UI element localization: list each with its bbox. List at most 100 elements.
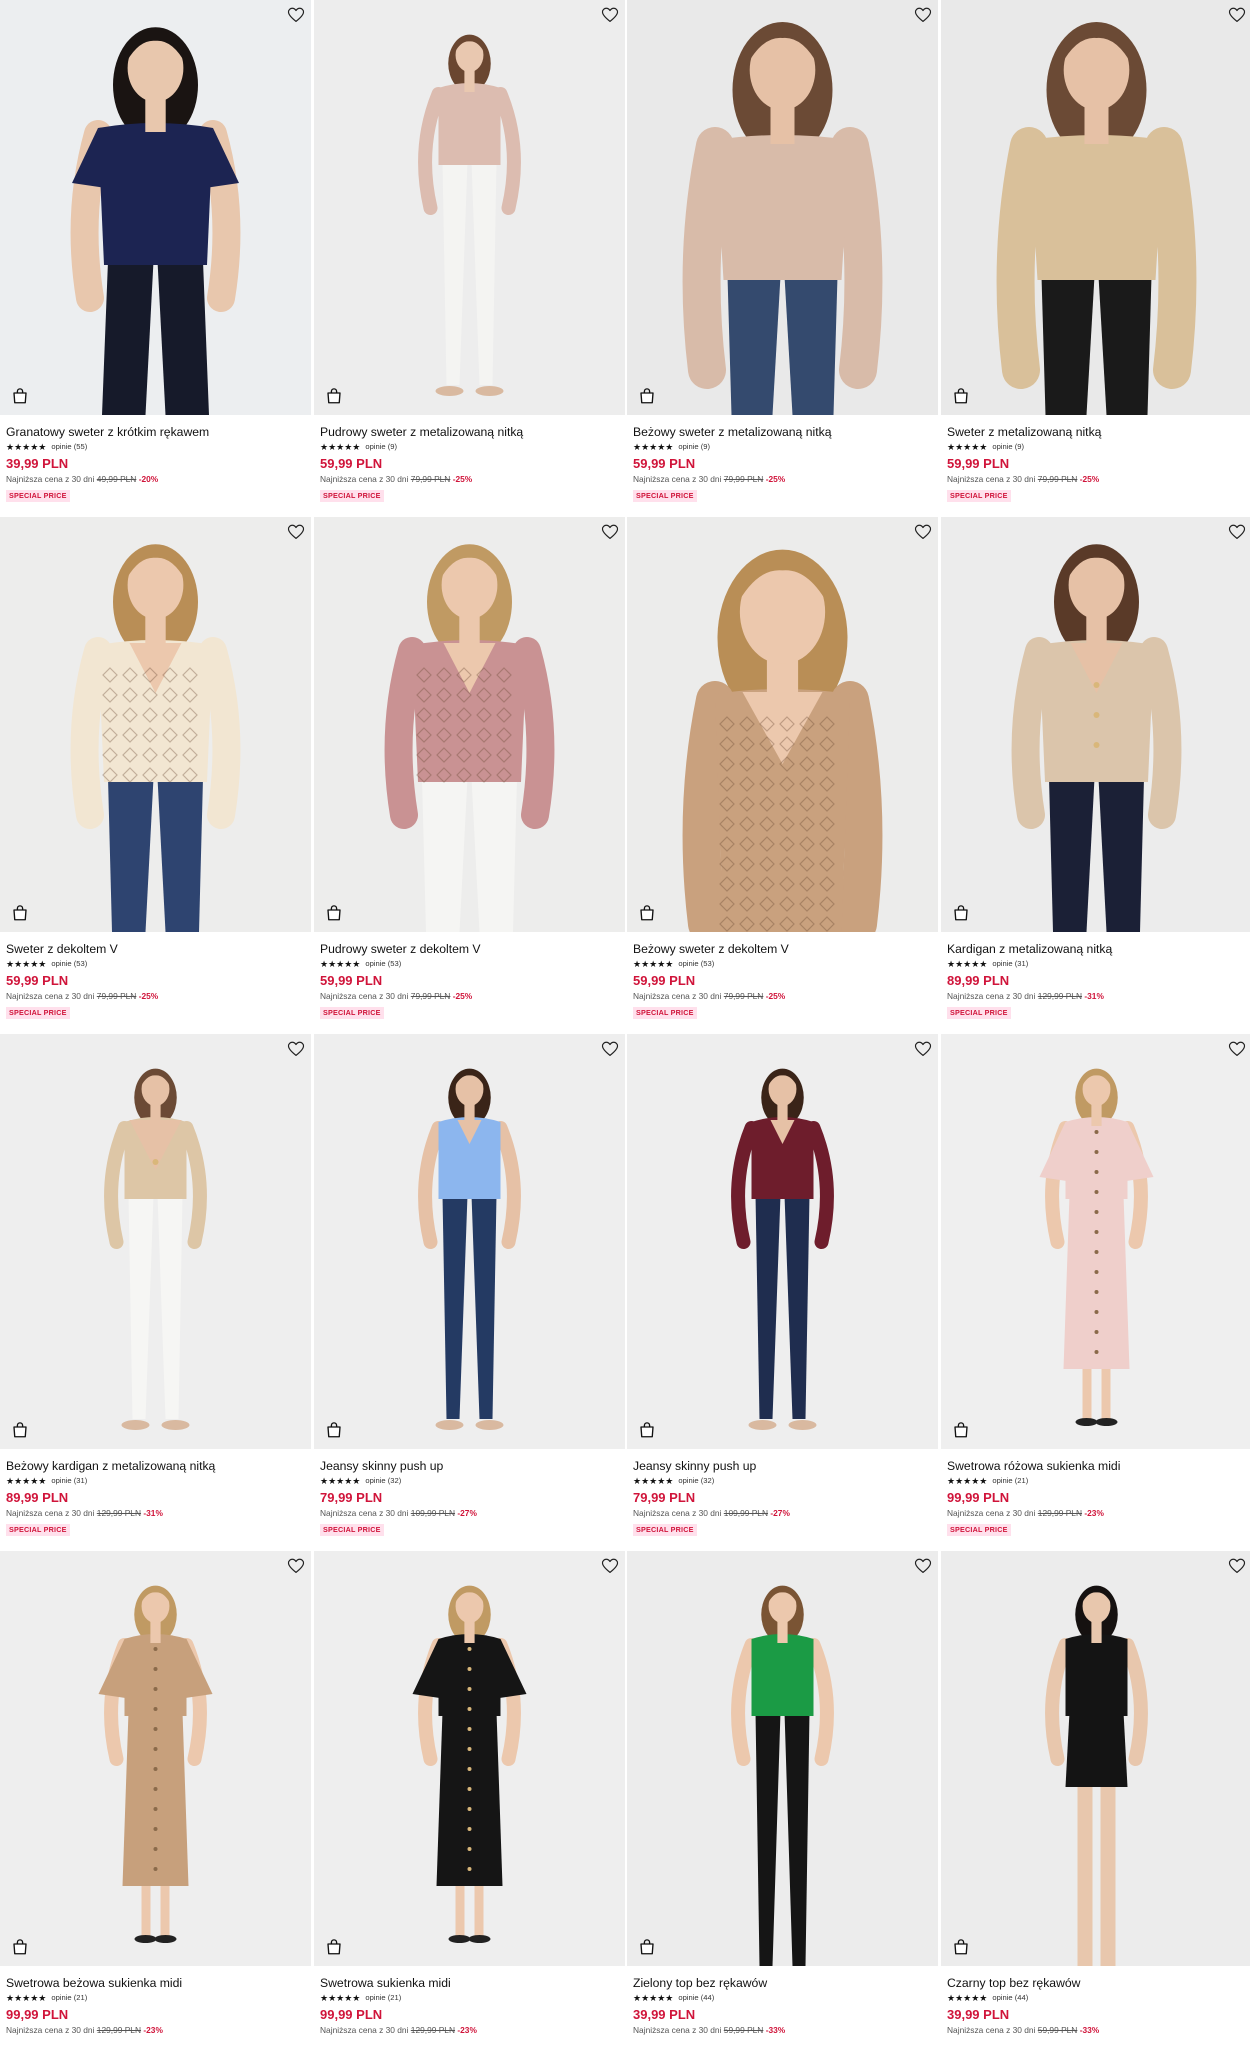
- add-to-cart-bag-icon[interactable]: [325, 1421, 343, 1439]
- add-to-cart-bag-icon[interactable]: [638, 904, 656, 922]
- product-name[interactable]: Jeansy skinny push up: [320, 1459, 621, 1474]
- review-count[interactable]: opinie (53): [678, 959, 714, 969]
- product-photo[interactable]: [627, 517, 938, 932]
- add-to-cart-bag-icon[interactable]: [325, 387, 343, 405]
- product-card[interactable]: Sweter z dekoltem V ★★★★★ opinie (53) 59,99…: [0, 517, 311, 1034]
- add-to-cart-bag-icon[interactable]: [952, 387, 970, 405]
- product-name[interactable]: Pudrowy sweter z metalizowaną nitką: [320, 425, 621, 440]
- product-photo[interactable]: [314, 0, 625, 415]
- product-photo[interactable]: [314, 1551, 625, 1966]
- add-to-cart-bag-icon[interactable]: [638, 1421, 656, 1439]
- product-card[interactable]: Jeansy skinny push up ★★★★★ opinie (32) 79,…: [627, 1034, 938, 1551]
- review-count[interactable]: opinie (44): [678, 1993, 714, 2003]
- review-count[interactable]: opinie (9): [365, 442, 397, 452]
- wishlist-heart-icon[interactable]: [287, 6, 305, 24]
- product-card[interactable]: Granatowy sweter z krótkim rękawem ★★★★★ o…: [0, 0, 311, 517]
- review-count[interactable]: opinie (31): [51, 1476, 87, 1486]
- product-photo[interactable]: [627, 0, 938, 415]
- add-to-cart-bag-icon[interactable]: [11, 1421, 29, 1439]
- product-photo[interactable]: [0, 1034, 311, 1449]
- product-name[interactable]: Kardigan z metalizowaną nitką: [947, 942, 1248, 957]
- wishlist-heart-icon[interactable]: [287, 1557, 305, 1575]
- review-count[interactable]: opinie (32): [678, 1476, 714, 1486]
- product-card[interactable]: Swetrowa beżowa sukienka midi ★★★★★ opinie…: [0, 1551, 311, 2068]
- product-name[interactable]: Sweter z metalizowaną nitką: [947, 425, 1248, 440]
- left-leg-shape: [755, 1712, 781, 1966]
- product-card[interactable]: Kardigan z metalizowaną nitką ★★★★★ opinie…: [941, 517, 1250, 1034]
- review-count[interactable]: opinie (21): [365, 1993, 401, 2003]
- wishlist-heart-icon[interactable]: [601, 1040, 619, 1058]
- add-to-cart-bag-icon[interactable]: [11, 1938, 29, 1956]
- product-photo[interactable]: [0, 0, 311, 415]
- add-to-cart-bag-icon[interactable]: [638, 1938, 656, 1956]
- wishlist-heart-icon[interactable]: [1228, 1040, 1246, 1058]
- product-photo[interactable]: [627, 1034, 938, 1449]
- product-card[interactable]: Beżowy sweter z metalizowaną nitką ★★★★★ o…: [627, 0, 938, 517]
- product-photo[interactable]: [627, 1551, 938, 1966]
- review-count[interactable]: opinie (9): [992, 442, 1024, 452]
- product-name[interactable]: Czarny top bez rękawów: [947, 1976, 1248, 1991]
- review-count[interactable]: opinie (9): [678, 442, 710, 452]
- review-count[interactable]: opinie (44): [992, 1993, 1028, 2003]
- wishlist-heart-icon[interactable]: [601, 1557, 619, 1575]
- wishlist-heart-icon[interactable]: [1228, 6, 1246, 24]
- product-photo[interactable]: [314, 1034, 625, 1449]
- product-name[interactable]: Sweter z dekoltem V: [6, 942, 307, 957]
- product-card[interactable]: Sweter z metalizowaną nitką ★★★★★ opinie (…: [941, 0, 1250, 517]
- product-name[interactable]: Jeansy skinny push up: [633, 1459, 934, 1474]
- product-card[interactable]: Zielony top bez rękawów ★★★★★ opinie (44) 3…: [627, 1551, 938, 2068]
- add-to-cart-bag-icon[interactable]: [11, 387, 29, 405]
- wishlist-heart-icon[interactable]: [601, 6, 619, 24]
- product-photo[interactable]: [0, 1551, 311, 1966]
- product-card[interactable]: Jeansy skinny push up ★★★★★ opinie (32) 79,…: [314, 1034, 625, 1551]
- wishlist-heart-icon[interactable]: [914, 1040, 932, 1058]
- review-count[interactable]: opinie (21): [992, 1476, 1028, 1486]
- product-photo[interactable]: [941, 517, 1250, 932]
- review-count[interactable]: opinie (53): [365, 959, 401, 969]
- product-card[interactable]: Beżowy kardigan z metalizowaną nitką ★★★★…: [0, 1034, 311, 1551]
- add-to-cart-bag-icon[interactable]: [325, 904, 343, 922]
- wishlist-heart-icon[interactable]: [601, 523, 619, 541]
- product-photo[interactable]: [941, 1034, 1250, 1449]
- product-photo[interactable]: [941, 1551, 1250, 1966]
- wishlist-heart-icon[interactable]: [914, 1557, 932, 1575]
- product-photo[interactable]: [314, 517, 625, 932]
- add-to-cart-bag-icon[interactable]: [11, 904, 29, 922]
- review-count[interactable]: opinie (21): [51, 1993, 87, 2003]
- add-to-cart-bag-icon[interactable]: [952, 1421, 970, 1439]
- add-to-cart-bag-icon[interactable]: [325, 1938, 343, 1956]
- product-card[interactable]: Pudrowy sweter z metalizowaną nitką ★★★★★…: [314, 0, 625, 517]
- product-name[interactable]: Beżowy sweter z metalizowaną nitką: [633, 425, 934, 440]
- product-card[interactable]: Pudrowy sweter z dekoltem V ★★★★★ opinie (…: [314, 517, 625, 1034]
- product-card[interactable]: Czarny top bez rękawów ★★★★★ opinie (44) 39…: [941, 1551, 1250, 2068]
- wishlist-heart-icon[interactable]: [914, 6, 932, 24]
- review-count[interactable]: opinie (55): [51, 442, 87, 452]
- product-photo[interactable]: [0, 517, 311, 932]
- wishlist-heart-icon[interactable]: [914, 523, 932, 541]
- product-rating: ★★★★★ opinie (55): [6, 442, 307, 452]
- product-name[interactable]: Beżowy kardigan z metalizowaną nitką: [6, 1459, 307, 1474]
- product-info: Kardigan z metalizowaną nitką ★★★★★ opinie…: [947, 942, 1248, 1020]
- review-count[interactable]: opinie (31): [992, 959, 1028, 969]
- product-name[interactable]: Granatowy sweter z krótkim rękawem: [6, 425, 307, 440]
- product-photo[interactable]: [941, 0, 1250, 415]
- product-name[interactable]: Swetrowa sukienka midi: [320, 1976, 621, 1991]
- special-price-badge: SPECIAL PRICE: [633, 490, 697, 502]
- product-name[interactable]: Beżowy sweter z dekoltem V: [633, 942, 934, 957]
- product-name[interactable]: Swetrowa różowa sukienka midi: [947, 1459, 1248, 1474]
- add-to-cart-bag-icon[interactable]: [952, 904, 970, 922]
- product-name[interactable]: Zielony top bez rękawów: [633, 1976, 934, 1991]
- review-count[interactable]: opinie (32): [365, 1476, 401, 1486]
- product-name[interactable]: Swetrowa beżowa sukienka midi: [6, 1976, 307, 1991]
- add-to-cart-bag-icon[interactable]: [952, 1938, 970, 1956]
- wishlist-heart-icon[interactable]: [1228, 1557, 1246, 1575]
- wishlist-heart-icon[interactable]: [287, 523, 305, 541]
- product-card[interactable]: Beżowy sweter z dekoltem V ★★★★★ opinie (5…: [627, 517, 938, 1034]
- wishlist-heart-icon[interactable]: [1228, 523, 1246, 541]
- add-to-cart-bag-icon[interactable]: [638, 387, 656, 405]
- review-count[interactable]: opinie (53): [51, 959, 87, 969]
- wishlist-heart-icon[interactable]: [287, 1040, 305, 1058]
- product-card[interactable]: Swetrowa różowa sukienka midi ★★★★★ opinie…: [941, 1034, 1250, 1551]
- product-card[interactable]: Swetrowa sukienka midi ★★★★★ opinie (21) 99…: [314, 1551, 625, 2068]
- product-name[interactable]: Pudrowy sweter z dekoltem V: [320, 942, 621, 957]
